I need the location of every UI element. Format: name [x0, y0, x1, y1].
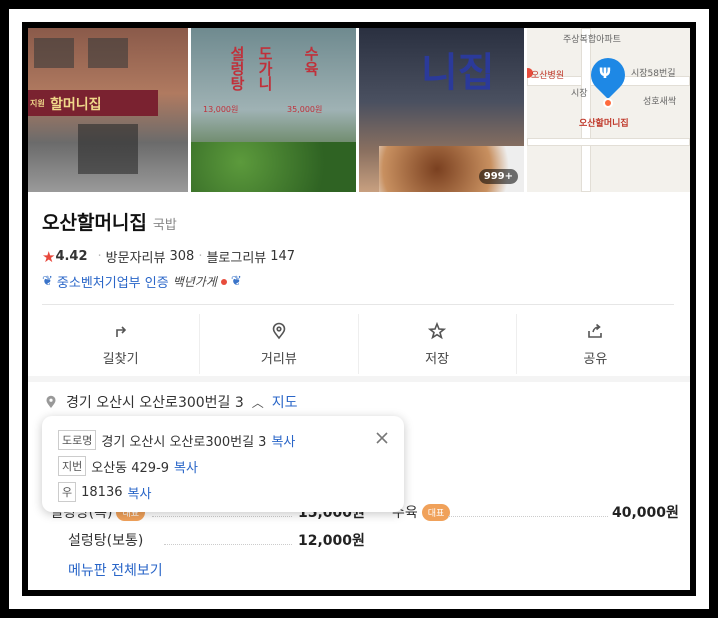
separator: · — [97, 249, 102, 264]
plant-shape — [191, 142, 356, 192]
zip-tag: 우 — [58, 482, 77, 502]
streetview-button[interactable]: 거리뷰 — [200, 314, 359, 374]
location-pin-icon — [272, 322, 286, 339]
certification-row[interactable]: ❦ 중소벤처기업부 인증 백년가게 ❦ — [42, 272, 682, 291]
road-address-line: 도로명 경기 오산시 오산로300번길 3 복사 — [58, 430, 388, 450]
location-pin-icon — [46, 395, 56, 408]
glass-price-left: 13,000원 — [203, 105, 239, 114]
brand-dot-icon — [220, 278, 227, 285]
star-icon — [428, 321, 447, 339]
shop-sign-prefix: 지원 — [30, 99, 45, 108]
full-menu-link[interactable]: 메뉴판 전체보기 — [68, 560, 163, 580]
window-shape — [88, 38, 128, 68]
laurel-left-icon: ❦ — [42, 274, 53, 289]
directions-button[interactable]: 길찾기 — [42, 314, 201, 374]
map-label-area: 시장 — [571, 89, 588, 99]
menu-leader — [164, 544, 292, 545]
map-pin-dot — [603, 98, 613, 108]
map-label-hospital: 오산병원 — [531, 71, 565, 81]
place-category: 국밥 — [152, 218, 177, 233]
menu-item-name: 설렁탕(보통) — [68, 533, 144, 549]
share-label: 공유 — [583, 351, 608, 367]
share-icon — [588, 323, 603, 338]
section-gap — [28, 376, 690, 382]
map-link[interactable]: 지도 — [272, 392, 298, 412]
menu-leader — [152, 516, 292, 517]
place-info: 오산할머니집 국밥 ★ 4.42 · 방문자리뷰 308 · 블로그리뷰 147… — [42, 208, 682, 291]
photo-window[interactable]: 설렁탕 도가니 수육 13,000원 35,000원 — [191, 28, 356, 192]
menu-item[interactable]: 설렁탕(보통) — [68, 530, 143, 550]
close-icon — [376, 432, 388, 444]
rating-value: 4.42 — [55, 249, 88, 264]
map-label-place: 오산할머니집 — [579, 119, 629, 129]
blog-reviews-count[interactable]: 147 — [270, 249, 295, 264]
place-card: 할머니집 지원 설렁탕 도가니 수육 13,000원 35,000원 니집 99… — [28, 28, 690, 590]
outer-frame: 할머니집 지원 설렁탕 도가니 수육 13,000원 35,000원 니집 99… — [0, 0, 718, 618]
divider — [42, 304, 674, 305]
zip-line: 우 18136 복사 — [58, 482, 388, 502]
map-road — [581, 28, 591, 192]
menu-item-price: 12,000원 — [298, 533, 365, 549]
menu-item-tag: 대표 — [421, 503, 451, 521]
save-label: 저장 — [425, 351, 450, 367]
stats-row: ★ 4.42 · 방문자리뷰 308 · 블로그리뷰 147 — [42, 247, 682, 267]
restaurant-icon: Ψ — [599, 66, 611, 82]
photo-storefront[interactable]: 할머니집 지원 — [28, 28, 188, 192]
glass-text-dogani: 도가니 — [256, 46, 274, 91]
shop-sign-text: 할머니집 — [50, 97, 102, 113]
share-button[interactable]: 공유 — [517, 314, 674, 374]
photo-count-badge[interactable]: 999+ — [478, 169, 518, 184]
window-shape — [34, 38, 74, 68]
directions-icon — [115, 325, 126, 337]
map-label-street: 시장58번길 — [631, 69, 676, 79]
certification-text: 중소벤처기업부 인증 — [56, 276, 169, 291]
map-label-area2: 성호새싹 — [643, 97, 677, 107]
menu-leader — [448, 516, 608, 517]
visitor-reviews-label[interactable]: 방문자리뷰 — [106, 247, 166, 266]
jibun-address-value: 오산동 429-9 — [91, 460, 170, 476]
place-title: 오산할머니집 — [42, 212, 147, 234]
title-row: 오산할머니집 국밥 — [42, 208, 682, 235]
map-label-apt: 주상복합아파트 — [563, 35, 621, 45]
action-bar: 길찾기 거리뷰 저장 공유 — [42, 314, 674, 374]
menu-item-price: 40,000원 — [612, 505, 679, 521]
photo-map-thumbnail[interactable]: 주상복합아파트 오산병원 시장58번길 시장 성호새싹 Ψ 오산할머니집 — [527, 28, 690, 192]
zip-value: 18136 — [81, 484, 123, 500]
shop-sign: 할머니집 지원 — [28, 90, 158, 116]
close-popup-button[interactable] — [374, 430, 390, 446]
directions-label: 길찾기 — [102, 351, 139, 367]
save-button[interactable]: 저장 — [359, 314, 517, 374]
visitor-reviews-count[interactable]: 308 — [169, 249, 194, 264]
copy-zip-button[interactable]: 복사 — [127, 483, 151, 502]
glass-price-right: 35,000원 — [287, 105, 323, 114]
laurel-right-icon: ❦ — [230, 274, 242, 289]
certification-brand: 백년가게 — [172, 275, 217, 289]
map-road — [527, 138, 690, 146]
address-row: 경기 오산시 오산로300번길 3 ︿ 지도 — [44, 392, 298, 412]
glass-text-suyuk: 수육 — [302, 46, 320, 76]
separator: · — [198, 249, 203, 264]
star-icon: ★ — [42, 247, 56, 266]
chevron-up-icon[interactable]: ︿ — [252, 394, 264, 411]
road-address-value: 경기 오산시 오산로300번길 3 — [101, 434, 267, 450]
address-popup: 도로명 경기 오산시 오산로300번길 3 복사 지번 오산동 429-9 복사… — [42, 416, 404, 512]
jibun-address-tag: 지번 — [58, 456, 87, 476]
blog-reviews-label[interactable]: 블로그리뷰 — [206, 247, 266, 266]
address-text: 경기 오산시 오산로300번길 3 — [66, 395, 244, 411]
copy-jibun-button[interactable]: 복사 — [174, 457, 198, 476]
road-address-tag: 도로명 — [58, 430, 97, 450]
streetview-label: 거리뷰 — [260, 351, 297, 367]
door-shape — [78, 124, 138, 174]
photo-strip: 할머니집 지원 설렁탕 도가니 수육 13,000원 35,000원 니집 99… — [28, 28, 690, 192]
glass-text-seolleongtang: 설렁탕 — [228, 46, 246, 91]
photo-interior[interactable]: 니집 999+ — [359, 28, 524, 192]
interior-sign-text: 니집 — [421, 49, 495, 96]
copy-road-button[interactable]: 복사 — [271, 431, 295, 450]
jibun-address-line: 지번 오산동 429-9 복사 — [58, 456, 388, 476]
